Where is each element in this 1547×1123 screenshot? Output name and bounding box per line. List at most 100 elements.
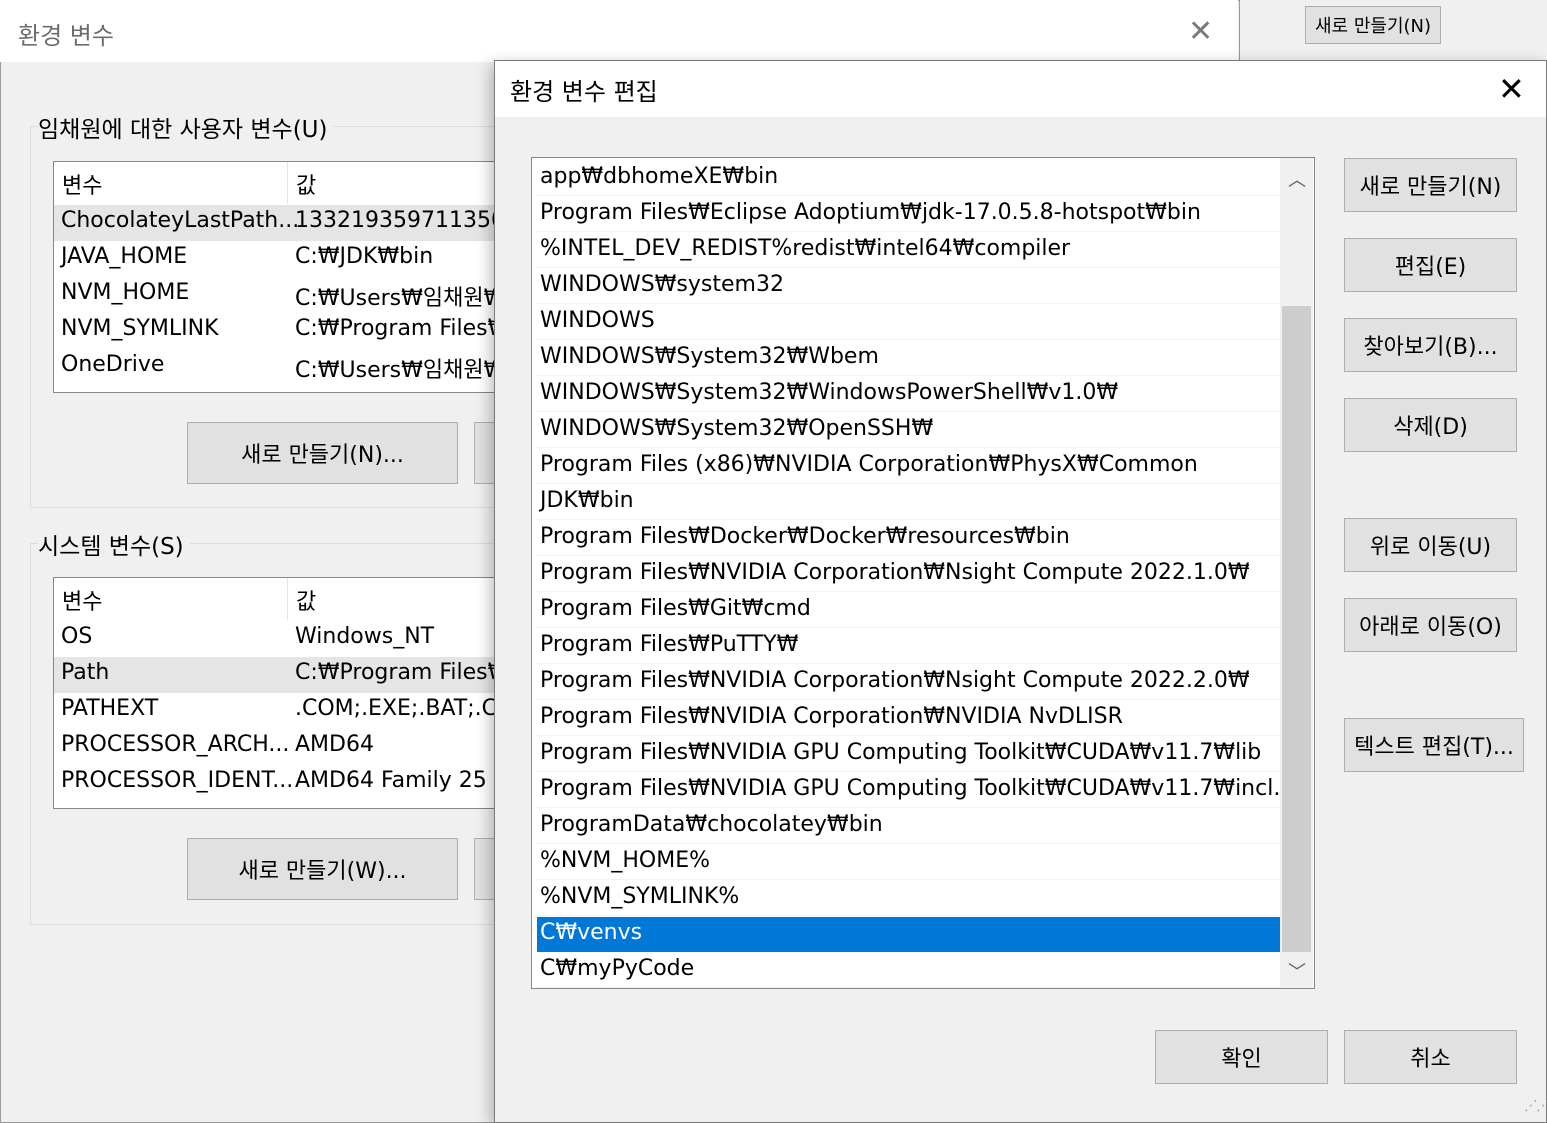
column-separator[interactable]	[287, 578, 288, 620]
user-vars-label: 임채원에 대한 사용자 변수(U)	[38, 110, 334, 144]
var-value: Windows_NT	[295, 624, 435, 649]
close-icon[interactable]: ✕	[1188, 14, 1213, 49]
path-text: C₩venvs	[540, 920, 643, 945]
list-item[interactable]: Program Files₩NVIDIA GPU Computing Toolk…	[537, 773, 1294, 808]
table-row[interactable]: PATHEXT .COM;.EXE;.BAT;.CM	[54, 693, 497, 729]
path-text: JDK₩bin	[540, 488, 634, 513]
path-text: Program Files₩Docker₩Docker₩resources₩bi…	[540, 524, 1070, 549]
user-new-button[interactable]: 새로 만들기(N)...	[187, 422, 458, 484]
path-text: %NVM_HOME%	[540, 848, 711, 873]
path-text: %NVM_SYMLINK%	[540, 884, 740, 909]
edit-text-button[interactable]: 텍스트 편집(T)...	[1344, 718, 1524, 772]
var-value: C:₩Users₩임채원₩	[295, 286, 498, 311]
list-item[interactable]: %NVM_SYMLINK%	[537, 881, 1280, 916]
list-item[interactable]: JDK₩bin	[537, 485, 1280, 520]
system-vars-label: 시스템 변수(S)	[38, 527, 190, 561]
list-item[interactable]: Program Files₩Git₩cmd	[537, 593, 1280, 628]
env-vars-title: 환경 변수	[18, 22, 114, 50]
list-item[interactable]: Program Files₩PuTTY₩	[537, 629, 1280, 664]
list-item[interactable]: WINDOWS	[537, 305, 1280, 340]
path-text: WINDOWS₩System32₩WindowsPowerShell₩v1.0₩	[540, 380, 1119, 405]
chevron-up-icon[interactable]: ︿	[1288, 166, 1306, 192]
list-item[interactable]: Program Files₩Eclipse Adoptium₩jdk-17.0.…	[537, 197, 1280, 232]
list-item[interactable]: WINDOWS₩system32	[537, 269, 1280, 304]
var-value: C:₩JDK₩bin	[295, 244, 434, 269]
cancel-button[interactable]: 취소	[1344, 1030, 1517, 1084]
var-value: C:₩Program Files₩	[295, 660, 498, 685]
var-name: OS	[61, 624, 93, 649]
table-row[interactable]: OS Windows_NT	[54, 621, 497, 657]
var-value: AMD64 Family 25	[295, 768, 487, 793]
list-item[interactable]: Program Files₩NVIDIA Corporation₩Nsight …	[537, 665, 1280, 700]
table-row[interactable]: JAVA_HOME C:₩JDK₩bin	[54, 241, 497, 277]
list-item[interactable]: C₩myPyCode	[537, 953, 1280, 988]
path-list[interactable]: app₩dbhomeXE₩bin Program Files₩Eclipse A…	[531, 157, 1315, 989]
var-name: PATHEXT	[61, 696, 159, 721]
table-row[interactable]: NVM_HOME C:₩Users₩임채원₩	[54, 277, 497, 313]
path-text: WINDOWS	[540, 308, 655, 333]
table-row[interactable]: Path C:₩Program Files₩	[54, 657, 497, 693]
back-new-button[interactable]: 새로 만들기(N)	[1305, 6, 1441, 44]
close-icon[interactable]: ✕	[1498, 70, 1525, 108]
table-row[interactable]: PROCESSOR_IDENT... AMD64 Family 25	[54, 765, 497, 801]
path-text: Program Files₩Git₩cmd	[540, 596, 811, 621]
new-button[interactable]: 새로 만들기(N)	[1344, 158, 1517, 212]
edit-button[interactable]: 편집(E)	[1344, 238, 1517, 292]
var-name: Path	[61, 660, 110, 685]
env-vars-titlebar	[0, 0, 1238, 62]
table-row[interactable]: OneDrive C:₩Users₩임채원₩	[54, 349, 497, 385]
var-name: PROCESSOR_IDENT...	[61, 768, 294, 793]
var-name: PROCESSOR_ARCH...	[61, 732, 290, 757]
user-vars-list[interactable]: 변수 값 ChocolateyLastPath... 13321935971135…	[53, 161, 498, 393]
system-new-button[interactable]: 새로 만들기(W)...	[187, 838, 458, 900]
path-text: app₩dbhomeXE₩bin	[540, 164, 779, 189]
path-text: ProgramData₩chocolatey₩bin	[540, 812, 883, 837]
var-value: C:₩Program Files₩	[295, 316, 498, 341]
ok-button[interactable]: 확인	[1155, 1030, 1328, 1084]
column-header-value[interactable]: 값	[296, 168, 316, 200]
var-name: NVM_HOME	[61, 280, 190, 305]
path-text: WINDOWS₩system32	[540, 272, 784, 297]
list-item[interactable]: WINDOWS₩System32₩Wbem	[537, 341, 1280, 376]
move-down-button[interactable]: 아래로 이동(O)	[1344, 598, 1517, 652]
column-header-variable[interactable]: 변수	[62, 584, 102, 616]
list-item[interactable]: Program Files₩NVIDIA Corporation₩Nsight …	[537, 557, 1280, 592]
column-header-variable[interactable]: 변수	[62, 168, 102, 200]
list-item[interactable]: Program Files₩Docker₩Docker₩resources₩bi…	[537, 521, 1280, 556]
var-value: C:₩Users₩임채원₩	[295, 358, 498, 383]
path-text: %INTEL_DEV_REDIST%redist₩intel64₩compile…	[540, 236, 1071, 261]
table-row[interactable]: ChocolateyLastPath... 133219359711350€	[54, 205, 497, 241]
list-item[interactable]: WINDOWS₩System32₩WindowsPowerShell₩v1.0₩	[537, 377, 1280, 412]
list-item[interactable]: ProgramData₩chocolatey₩bin	[537, 809, 1280, 844]
browse-button[interactable]: 찾아보기(B)...	[1344, 318, 1517, 372]
table-row[interactable]: PROCESSOR_ARCH... AMD64	[54, 729, 497, 765]
var-name: JAVA_HOME	[61, 244, 188, 269]
list-item[interactable]: Program Files₩NVIDIA Corporation₩NVIDIA …	[537, 701, 1280, 736]
chevron-down-icon[interactable]: ﹀	[1288, 958, 1306, 984]
column-separator[interactable]	[287, 162, 288, 204]
path-text: Program Files₩Eclipse Adoptium₩jdk-17.0.…	[540, 200, 1201, 225]
path-text: C₩myPyCode	[540, 956, 695, 981]
list-item[interactable]: %NVM_HOME%	[537, 845, 1280, 880]
path-text: Program Files₩NVIDIA GPU Computing Toolk…	[540, 740, 1262, 765]
resize-grip-icon[interactable]: ⋰⋰	[1524, 1098, 1547, 1114]
var-name: NVM_SYMLINK	[61, 316, 219, 341]
scrollbar-thumb[interactable]	[1282, 306, 1311, 952]
list-item[interactable]: WINDOWS₩System32₩OpenSSH₩	[537, 413, 1280, 448]
delete-button[interactable]: 삭제(D)	[1344, 398, 1517, 452]
list-item-selected[interactable]: C₩venvs	[537, 917, 1280, 952]
var-name: ChocolateyLastPath...	[61, 208, 300, 233]
list-item[interactable]: %INTEL_DEV_REDIST%redist₩intel64₩compile…	[537, 233, 1280, 268]
table-row[interactable]: NVM_SYMLINK C:₩Program Files₩	[54, 313, 497, 349]
var-value: 133219359711350€	[295, 208, 498, 233]
system-vars-list[interactable]: 변수 값 OS Windows_NT Path C:₩Program Files₩ …	[53, 577, 498, 809]
path-text: Program Files₩NVIDIA Corporation₩Nsight …	[540, 560, 1250, 585]
list-item[interactable]: Program Files₩NVIDIA GPU Computing Toolk…	[537, 737, 1280, 772]
column-header-value[interactable]: 값	[296, 584, 316, 616]
list-item[interactable]: app₩dbhomeXE₩bin	[537, 161, 1280, 196]
system-vars-header: 변수 값	[54, 578, 497, 620]
var-value: AMD64	[295, 732, 374, 757]
path-text: Program Files₩NVIDIA GPU Computing Toolk…	[540, 776, 1295, 801]
move-up-button[interactable]: 위로 이동(U)	[1344, 518, 1517, 572]
list-item[interactable]: Program Files (x86)₩NVIDIA Corporation₩P…	[537, 449, 1280, 484]
